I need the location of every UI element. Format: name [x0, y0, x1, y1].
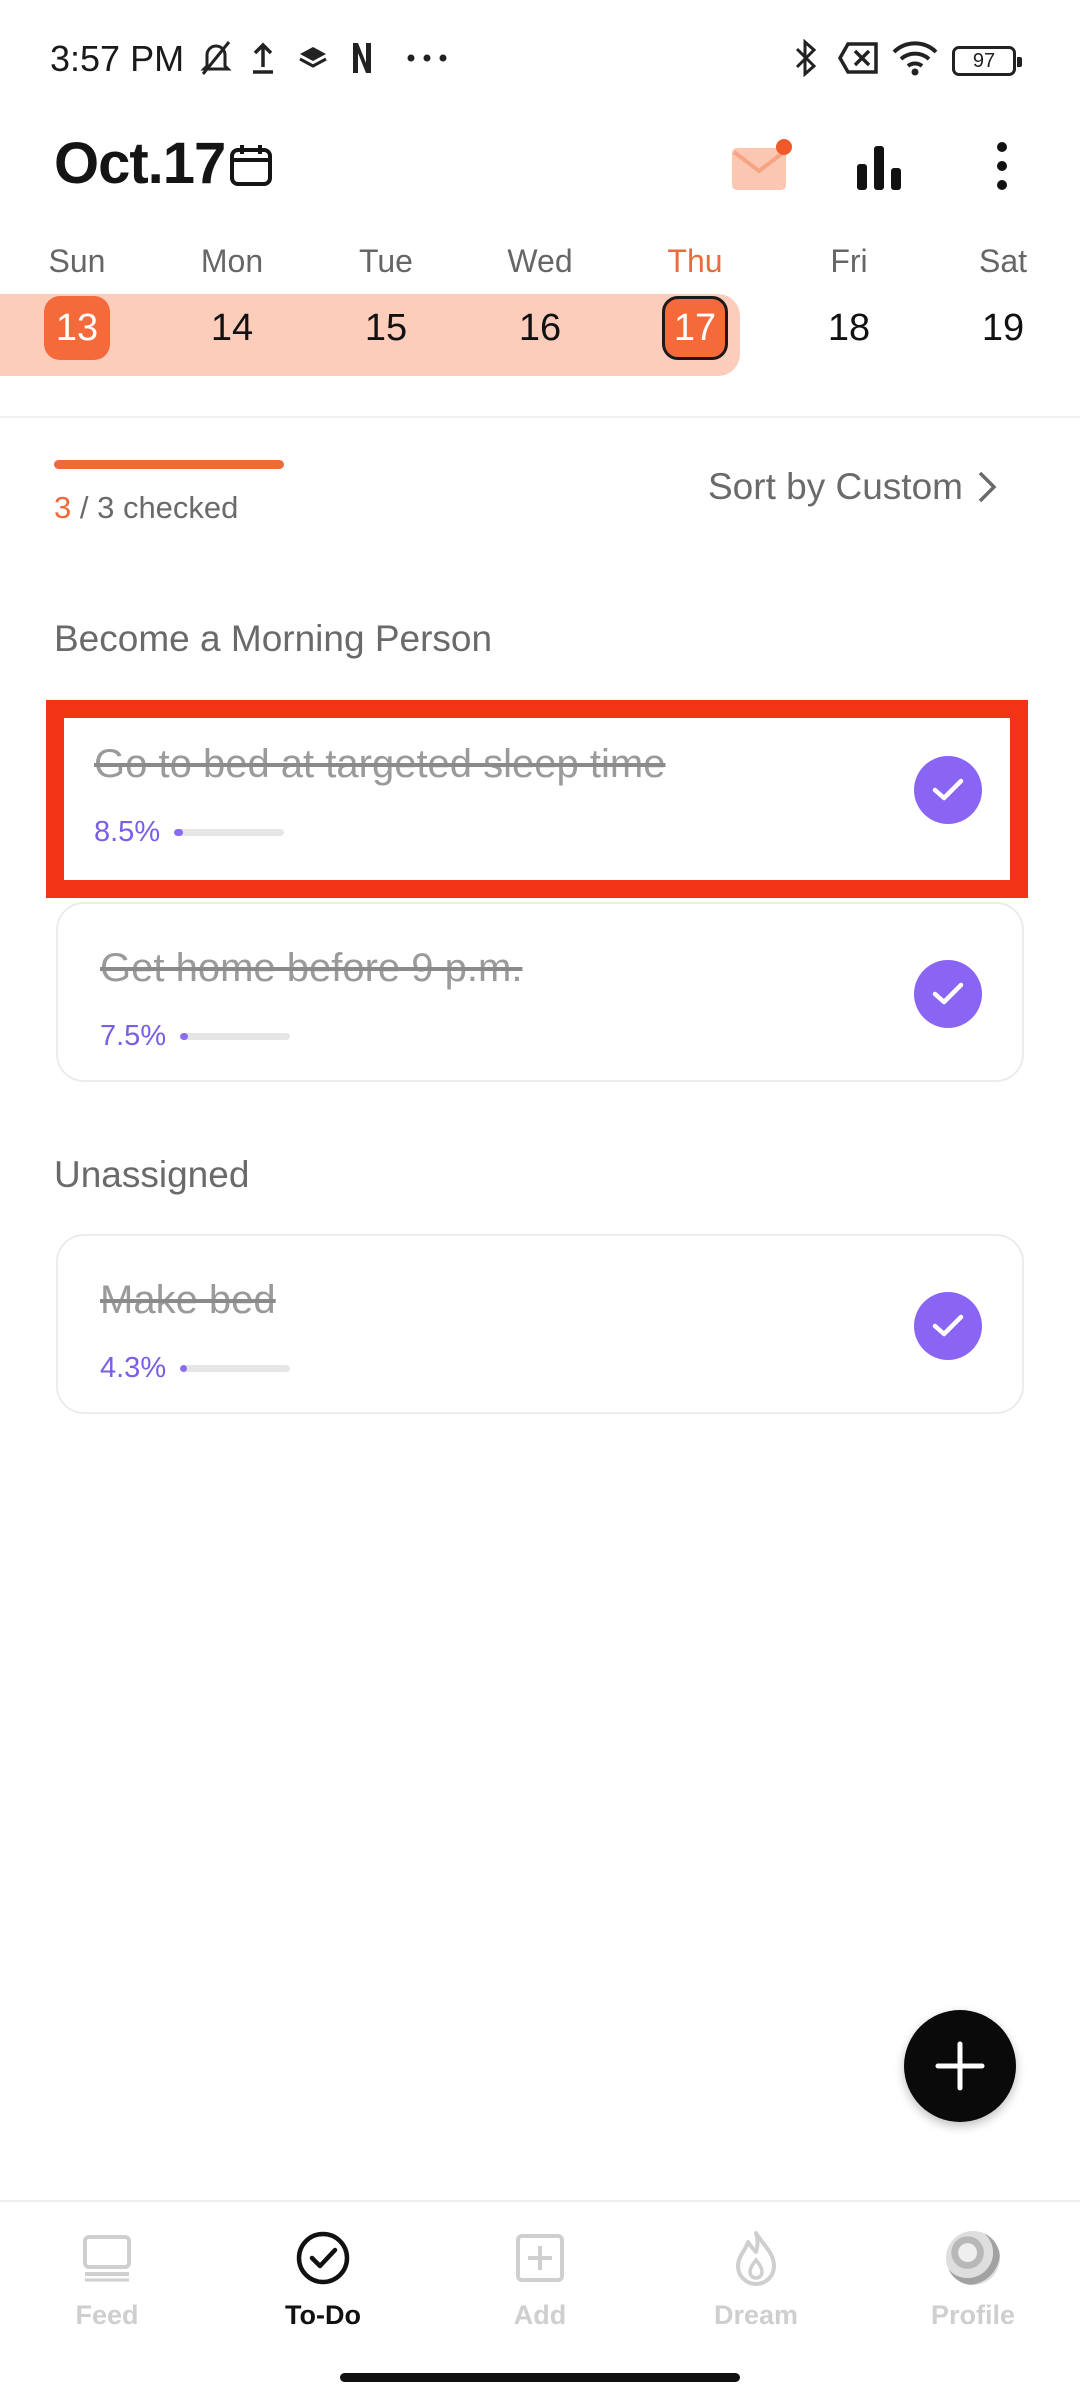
bluetooth-icon [790, 38, 822, 78]
day-sat[interactable]: Sat 19 [938, 236, 1068, 360]
checked-done: 3 [54, 490, 72, 525]
divider [0, 416, 1080, 418]
day-name: Sun [48, 243, 106, 279]
day-number: 15 [364, 307, 408, 349]
status-time: 3:57 PM [50, 38, 185, 79]
battery-icon: 97 [952, 46, 1022, 76]
nav-add[interactable]: Add [455, 2230, 625, 2331]
task-percent: 7.5% [100, 1020, 167, 1052]
nav-feed[interactable]: Feed [22, 2230, 192, 2331]
day-number: 14 [210, 307, 254, 349]
day-thu[interactable]: Thu 17 [630, 236, 760, 360]
check-circle-icon [295, 2230, 351, 2286]
task-progress-fill [174, 829, 184, 836]
more-dots-icon [402, 38, 452, 78]
task-percent: 8.5% [94, 816, 161, 848]
task-check-button[interactable] [914, 960, 982, 1028]
avatar [946, 2231, 1000, 2285]
checked-progress-bar [54, 460, 284, 469]
home-indicator [340, 2373, 740, 2382]
checkmark-icon [932, 778, 964, 801]
status-bar: 3:57 PM 97 [0, 0, 1080, 120]
page-title-date[interactable]: Oct.17 [54, 130, 226, 197]
day-tue[interactable]: Tue 15 [321, 236, 451, 360]
more-options-button[interactable] [980, 138, 1024, 194]
day-name: Fri [830, 243, 868, 279]
day-name: Thu [667, 243, 723, 279]
day-mon[interactable]: Mon 14 [167, 236, 297, 360]
nav-label: To-Do [285, 2300, 361, 2330]
day-fri[interactable]: Fri 18 [784, 236, 914, 360]
task-check-button[interactable] [914, 756, 982, 824]
section-title: Unassigned [54, 1154, 250, 1195]
nav-label: Dream [713, 2300, 799, 2330]
nav-profile[interactable]: Profile [888, 2230, 1058, 2331]
add-task-fab[interactable] [904, 2010, 1016, 2122]
day-wed[interactable]: Wed 16 [475, 236, 605, 360]
day-number: 16 [518, 307, 562, 349]
task-percent: 4.3% [100, 1352, 167, 1384]
nav-todo[interactable]: To-Do [238, 2230, 408, 2331]
task-card[interactable]: Get home before 9 p.m. 7.5% [56, 902, 1024, 1082]
upload-icon [248, 38, 278, 78]
checkmark-icon [932, 1314, 964, 1337]
sim-x-icon [836, 38, 882, 78]
task-name: Make bed [100, 1278, 276, 1322]
calendar-icon[interactable] [228, 142, 274, 193]
feed-icon [79, 2230, 135, 2286]
checked-count: 3 / 3 checked [54, 490, 238, 526]
day-number: 13 [44, 296, 110, 360]
chevron-right-icon [978, 471, 997, 503]
task-progress-bar [180, 1365, 290, 1372]
section-title: Become a Morning Person [54, 618, 493, 659]
bell-off-icon [196, 38, 236, 78]
mail-button[interactable] [730, 138, 794, 194]
sort-label: Sort by Custom [708, 466, 963, 507]
day-number: 19 [981, 307, 1025, 349]
checkmark-icon [932, 982, 964, 1005]
day-name: Wed [507, 243, 573, 279]
day-number: 18 [827, 307, 871, 349]
task-check-button[interactable] [914, 1292, 982, 1360]
task-card[interactable]: Make bed 4.3% [56, 1234, 1024, 1414]
day-sun[interactable]: Sun 13 [12, 236, 142, 360]
flame-icon [728, 2230, 784, 2286]
layers-icon [296, 38, 330, 78]
nav-label: Add [513, 2300, 567, 2330]
day-name: Sat [978, 243, 1028, 279]
day-name: Mon [200, 243, 264, 279]
task-progress-fill [180, 1365, 187, 1372]
mail-icon [732, 139, 792, 190]
day-number: 17 [662, 296, 728, 360]
checked-total: / 3 checked [71, 490, 239, 525]
add-square-icon [512, 2230, 568, 2286]
more-vertical-icon [997, 142, 1007, 190]
task-name: Go to bed at targeted sleep time [94, 742, 666, 786]
task-card[interactable]: Go to bed at targeted sleep time 8.5% [46, 700, 1028, 898]
stats-icon [857, 146, 901, 190]
wifi-icon [890, 38, 940, 78]
task-progress-fill [180, 1033, 189, 1040]
nav-label: Feed [75, 2300, 139, 2330]
bottom-nav: Feed To-Do Add Dream Profile [0, 2200, 1080, 2400]
plus-icon [935, 2041, 985, 2091]
day-name: Tue [359, 243, 413, 279]
nav-dream[interactable]: Dream [671, 2230, 841, 2331]
sort-button[interactable]: Sort by Custom [708, 466, 997, 508]
task-progress-bar [174, 829, 284, 836]
stats-button[interactable] [852, 138, 908, 194]
nav-label: Profile [930, 2300, 1016, 2330]
battery-level: 97 [972, 49, 996, 72]
task-progress-bar [180, 1033, 290, 1040]
task-name: Get home before 9 p.m. [100, 946, 523, 990]
netflix-icon [348, 38, 376, 78]
